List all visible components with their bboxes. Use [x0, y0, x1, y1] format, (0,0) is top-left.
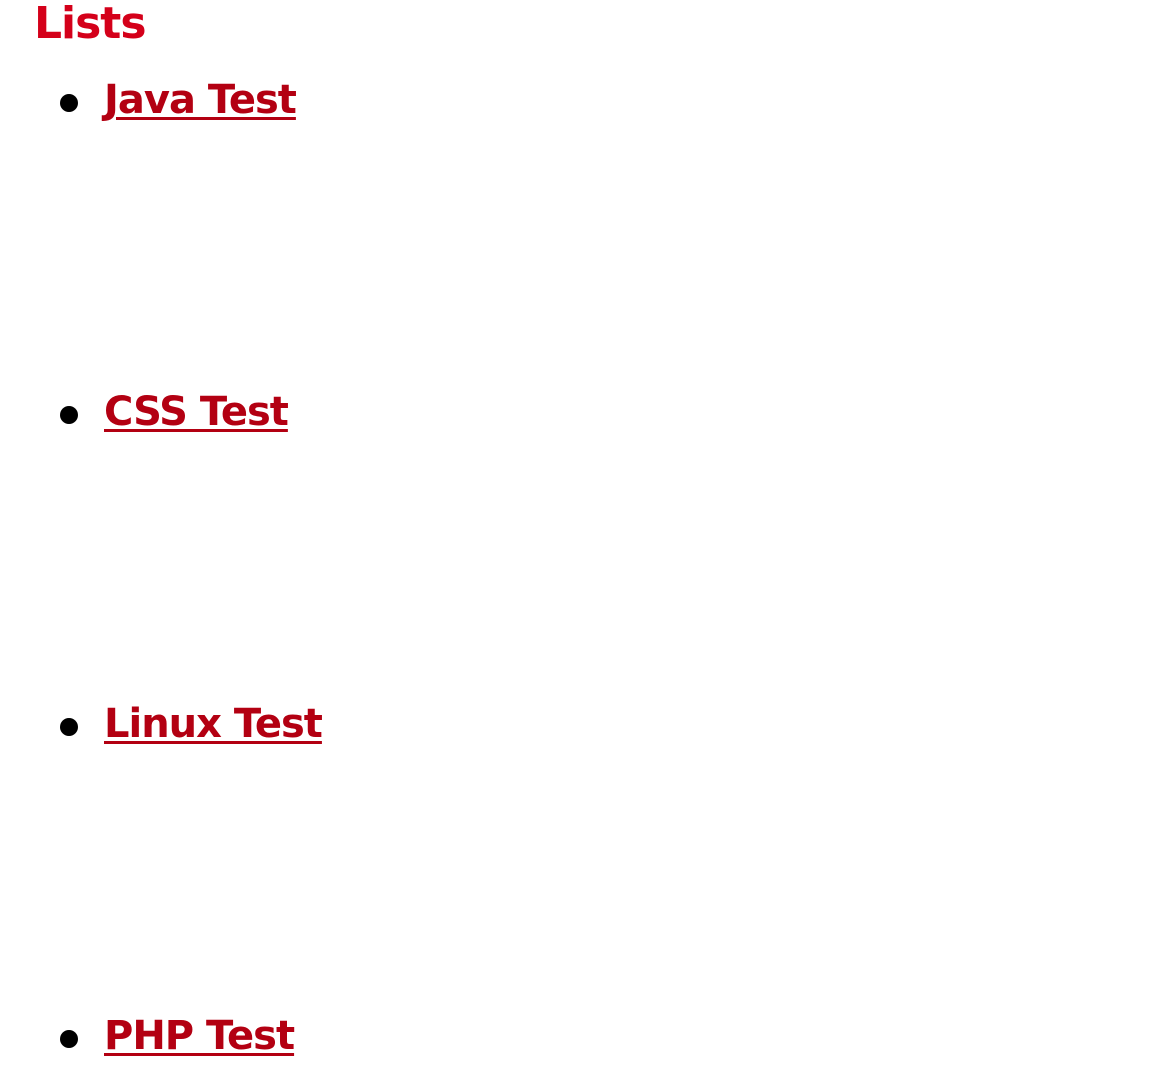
- page-title: Lists: [34, 0, 147, 49]
- list-item: PHP Test: [0, 1006, 1150, 1066]
- list-item: Java Test: [0, 70, 1150, 130]
- bullet-icon: [60, 94, 78, 112]
- linux-test-link[interactable]: Linux Test: [104, 694, 323, 754]
- java-test-link[interactable]: Java Test: [104, 70, 297, 130]
- list-item: Linux Test: [0, 694, 1150, 754]
- bullet-icon: [60, 1030, 78, 1048]
- css-test-link[interactable]: CSS Test: [104, 382, 289, 442]
- list-item: CSS Test: [0, 382, 1150, 442]
- bullet-icon: [60, 406, 78, 424]
- bullet-icon: [60, 718, 78, 736]
- php-test-link[interactable]: PHP Test: [104, 1006, 295, 1066]
